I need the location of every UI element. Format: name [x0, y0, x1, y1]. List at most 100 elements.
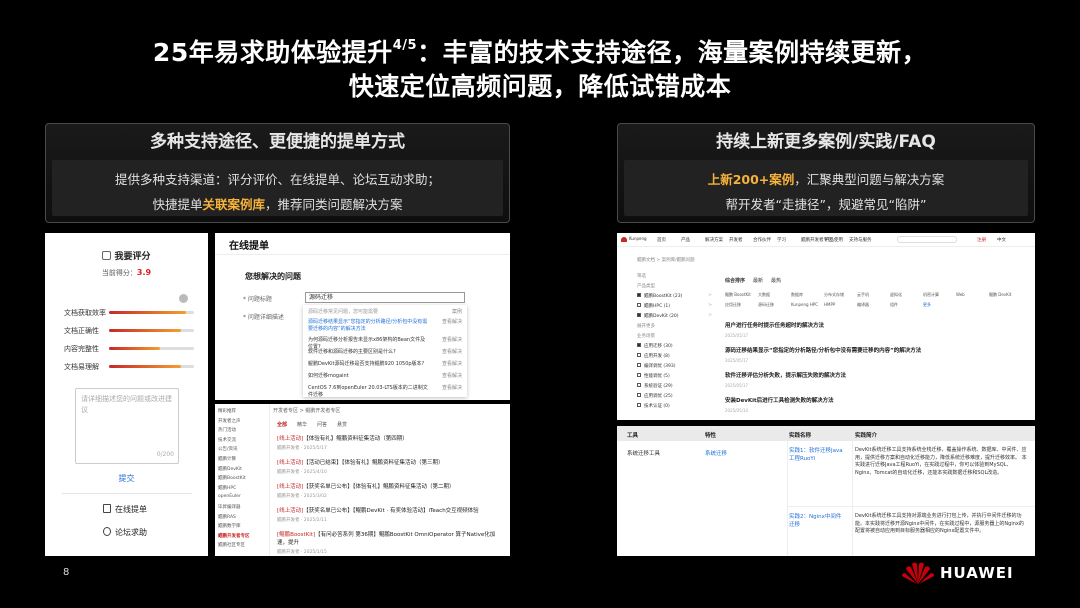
forum-sidebar-item[interactable]: 开发者之声 — [218, 418, 241, 424]
filter-tag[interactable]: HMPP — [824, 302, 835, 307]
forum-post[interactable]: [鲲鹏BoostKit]【有问必答系列 第36期】鲲鹏BoostKit Omni… — [277, 530, 503, 555]
forum-tab[interactable]: 问答 — [317, 422, 327, 428]
sort-option[interactable]: 最热 — [771, 278, 781, 284]
nav-right-item[interactable]: 注册 — [977, 237, 986, 243]
online-ticket-link[interactable]: 在线提单 — [103, 504, 147, 515]
practice-name[interactable]: 实践1：软件迁移Java工程RuoYi — [789, 447, 844, 463]
forum-sidebar-item[interactable]: 鲲鹏HPC — [218, 485, 236, 491]
nav-item[interactable]: 支持与服务 — [849, 237, 872, 243]
filter-item[interactable]: 鲲鹏HPC (1) > — [637, 303, 712, 309]
nav-item[interactable]: 开发者 — [729, 237, 743, 243]
forum-sidebar-item[interactable]: 鲲鹏数学库 — [218, 523, 241, 529]
forum-sidebar-item[interactable]: openEuler — [218, 494, 241, 499]
filter-tag[interactable]: 虚拟化 — [890, 292, 902, 298]
forum-tab[interactable]: 精华 — [297, 422, 307, 428]
ticket-title-input[interactable]: 源码迁移 — [305, 292, 465, 303]
filter-item[interactable]: 应用开发 (8) — [637, 353, 712, 359]
forum-sidebar-item[interactable]: 鲲鹏BoostKit — [218, 475, 246, 481]
rating-bar[interactable] — [109, 311, 194, 314]
suggestion-item[interactable]: 如何迁移mogaint 查看解决 — [308, 373, 462, 380]
rating-row[interactable]: 文档易理解 — [64, 362, 194, 372]
forum-post[interactable]: [线上活动]【获奖名单已公布】【体验有礼】鲲鹏资料征集活动（第二期） 鲲鹏开发者 … — [277, 482, 503, 499]
forum-sidebar-item[interactable]: 鲲鹏DevKit — [218, 466, 242, 472]
filter-checkbox[interactable] — [637, 343, 641, 347]
forum-post[interactable]: [线上活动]【体验有礼】鲲鹏资料征集活动（第四期） 鲲鹏开发者 · 2025/5/… — [277, 434, 503, 451]
filter-checkbox[interactable] — [637, 363, 641, 367]
filter-tag[interactable]: 编译器 — [857, 302, 869, 308]
site-search-input[interactable] — [897, 236, 957, 243]
filter-item[interactable]: 性能调优 (5) — [637, 373, 712, 379]
filter-tag[interactable]: Kunpeng HPC — [791, 302, 818, 307]
rating-bar[interactable] — [109, 347, 194, 350]
forum-post[interactable]: [线上活动]【获奖名单已公布】【鲲鹏DevKit · 有奖体验活动】iTeach… — [277, 506, 503, 523]
filter-item[interactable]: 应用迁移 (30) — [637, 343, 712, 349]
filter-checkbox[interactable] — [637, 353, 641, 357]
filter-tag[interactable]: Web — [956, 292, 965, 297]
filter-checkbox[interactable] — [637, 403, 641, 407]
filter-item[interactable]: 技术认证 (0) — [637, 403, 712, 409]
filter-tag[interactable]: 应用迁移 — [725, 302, 741, 308]
case-item[interactable]: 源码迁移结果显示“您指定的分析路径/分析包中没有需要迁移的内容”的解决方法 202… — [725, 346, 921, 363]
nav-item[interactable]: 首页 — [657, 237, 666, 243]
forum-sidebar-item[interactable]: 精彩推荐 — [218, 408, 236, 414]
sort-option[interactable]: 综合排序 — [725, 278, 745, 284]
nav-item[interactable]: 产品使用 — [825, 237, 843, 243]
rating-row[interactable]: 内容完整性 — [64, 344, 194, 354]
forum-post[interactable]: [线上活动]【活动已结束】【体验有礼】鲲鹏资料征集活动（第三期） 鲲鹏开发者 · … — [277, 458, 503, 475]
nav-right-item[interactable]: 中文 — [997, 237, 1006, 243]
filter-tag[interactable]: 大数据 — [758, 292, 770, 298]
toggle-knob[interactable] — [179, 294, 188, 303]
filter-item[interactable]: 编译调优 (393) — [637, 363, 712, 369]
forum-sidebar-item[interactable]: 毕昇编译器 — [218, 504, 241, 510]
submit-button[interactable]: 提交 — [45, 473, 208, 484]
filter-tag[interactable]: 分布式存储 — [824, 292, 844, 298]
filter-tag[interactable]: 鲲鹏 DevKit — [989, 292, 1011, 298]
filter-item[interactable]: 应用调优 (25) — [637, 393, 712, 399]
rating-row[interactable]: 文档获取效率 — [64, 308, 194, 318]
feedback-textarea[interactable]: 请详细描述您的问题或改进建议 0/200 — [75, 388, 179, 464]
rating-bar[interactable] — [109, 365, 194, 368]
nav-item[interactable]: 合作伙伴 — [753, 237, 771, 243]
filter-checkbox[interactable] — [637, 373, 641, 377]
filter-checkbox[interactable] — [637, 383, 641, 387]
filter-tag[interactable]: 数据库 — [791, 292, 803, 298]
nav-item[interactable]: 解决方案 — [705, 237, 723, 243]
suggestion-item[interactable]: 源码迁移结果显示“您指定的分析路径/分析包中没有需要迁移的内容”的解决方法 查看解… — [308, 319, 462, 333]
filter-item[interactable]: 鲲鹏DevKit (20) > — [637, 313, 712, 319]
filter-item[interactable]: 系统验证 (29) — [637, 383, 712, 389]
filter-tag[interactable]: 更多 — [923, 302, 931, 308]
rating-row[interactable]: 文档正确性 — [64, 326, 194, 336]
forum-sidebar-item[interactable]: 技术交流 — [218, 437, 236, 443]
forum-sidebar-item[interactable]: 鲲鹏开发者专区 — [218, 533, 250, 539]
case-item[interactable]: 软件迁移评估分析失败，提示解压失败的解决方法 2025/05/17 — [725, 371, 846, 388]
feature-cell[interactable]: 系统迁移 — [705, 450, 727, 458]
forum-sidebar-item[interactable]: 鲲鹏社区专区 — [218, 542, 245, 548]
forum-sidebar-item[interactable]: 鲲鹏计算 — [218, 456, 236, 462]
filter-tag[interactable]: 鲲鹏 BoostKit — [725, 292, 751, 298]
suggestion-item[interactable]: CentOS 7.6到openEuler 20.03-LTS版本的二进制文件迁移… — [308, 385, 462, 399]
filter-item[interactable]: 鲲鹏BoostKit (23) > — [637, 293, 712, 299]
filter-tag[interactable]: 组件 — [890, 302, 898, 308]
nav-item[interactable]: 产品 — [681, 237, 690, 243]
filter-checkbox[interactable] — [637, 293, 641, 297]
filter-tag[interactable]: 云手机 — [857, 292, 869, 298]
case-item[interactable]: 用户进行任务时提示任务超时的解决方法 2025/05/17 — [725, 321, 824, 338]
rating-bar[interactable] — [109, 329, 194, 332]
suggestion-item[interactable]: 鲲鹏DevKit源码迁移是否支持鲲鹏920 1050p版本? 查看解决 — [308, 361, 462, 368]
forum-sidebar-item[interactable]: 鲲鹏RAS — [218, 514, 236, 520]
filter-checkbox[interactable] — [637, 313, 641, 317]
forum-tab[interactable]: 全部 — [277, 422, 287, 428]
suggestion-item[interactable]: 软件迁移和源码迁移的主要区别是什么? 查看解决 — [308, 349, 462, 356]
filter-checkbox[interactable] — [637, 393, 641, 397]
forum-sidebar-item[interactable]: 热门活动 — [218, 427, 236, 433]
filter-tag[interactable]: 源码迁移 — [758, 302, 774, 308]
forum-tab[interactable]: 悬赏 — [337, 422, 347, 428]
forum-help-link[interactable]: 论坛求助 — [103, 527, 147, 538]
filter-tag[interactable]: 机密计算 — [923, 292, 939, 298]
case-item[interactable]: 安装DevKit后进行工具检测失败的解决方法 2025/05/14 — [725, 396, 834, 413]
filter-checkbox[interactable] — [637, 303, 641, 307]
practice-name[interactable]: 实践2：Nginx中间件迁移 — [789, 513, 844, 529]
sort-option[interactable]: 最新 — [753, 278, 763, 284]
nav-item[interactable]: 学习 — [777, 237, 786, 243]
forum-sidebar-item[interactable]: 公告/资讯 — [218, 446, 238, 452]
